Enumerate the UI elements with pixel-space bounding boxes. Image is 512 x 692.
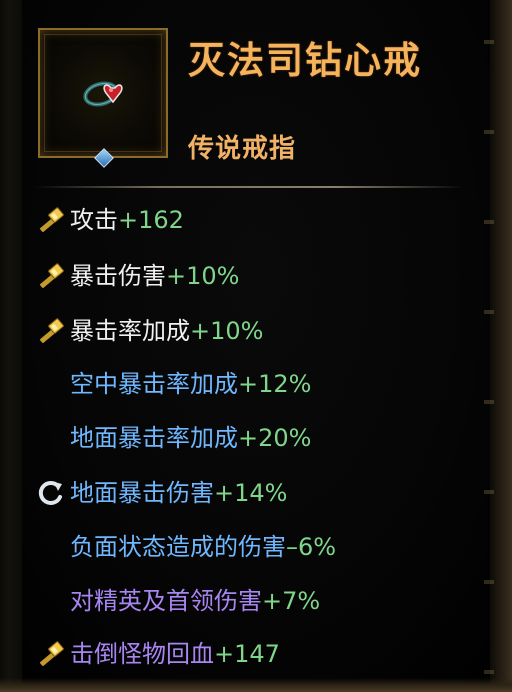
parchment-edge-bottom	[0, 678, 512, 692]
stat-value: +162	[118, 206, 184, 234]
stat-value: +10%	[190, 317, 264, 345]
stat-label: 地面暴击率加成	[70, 424, 238, 452]
stat-value: +7%	[262, 587, 321, 615]
stat-value: +20%	[238, 424, 312, 452]
stat-label: 负面状态造成的伤害	[70, 533, 286, 561]
hammer-icon	[34, 636, 70, 672]
item-type: 传说戒指	[188, 134, 297, 164]
hammer-icon	[34, 313, 70, 349]
stat-row: 空中暴击率加成+12%	[34, 366, 311, 402]
stat-value: +12%	[238, 370, 312, 398]
stat-label: 对精英及首领伤害	[70, 587, 262, 615]
parchment-edge-right	[484, 0, 512, 692]
item-tooltip: 灭法司钻心戒 传说戒指 攻击+162 暴击伤害+10% 暴击率加成+10% 空中…	[0, 0, 512, 692]
item-name: 灭法司钻心戒	[188, 38, 422, 82]
stat-row: 击倒怪物回血+147	[34, 636, 280, 672]
stat-value: +147	[214, 640, 280, 668]
stat-row: 对精英及首领伤害+7%	[34, 583, 320, 619]
blank-icon-slot	[34, 366, 70, 402]
stat-value: +10%	[166, 262, 240, 290]
stat-label: 击倒怪物回血	[70, 640, 214, 668]
heart-ring-icon	[81, 74, 129, 116]
stat-value: +14%	[214, 479, 288, 507]
stat-row: 地面暴击率加成+20%	[34, 420, 311, 456]
stat-label: 暴击率加成	[70, 317, 190, 345]
item-icon-frame	[38, 28, 168, 158]
stat-row: 负面状态造成的伤害–6%	[34, 529, 336, 565]
stat-row: 攻击+162	[34, 202, 184, 238]
stat-label: 地面暴击伤害	[70, 479, 214, 507]
stat-value: –6%	[286, 533, 337, 561]
blank-icon-slot	[34, 529, 70, 565]
stat-label: 暴击伤害	[70, 262, 166, 290]
blank-icon-slot	[34, 420, 70, 456]
stat-label: 攻击	[70, 206, 118, 234]
divider	[34, 186, 464, 188]
stat-label: 空中暴击率加成	[70, 370, 238, 398]
hammer-icon	[34, 258, 70, 294]
blank-icon-slot	[34, 583, 70, 619]
parchment-edge-left	[0, 0, 22, 692]
stat-row: 地面暴击伤害+14%	[34, 475, 287, 511]
hammer-icon	[34, 202, 70, 238]
refresh-icon	[34, 475, 70, 511]
stat-row: 暴击伤害+10%	[34, 258, 239, 294]
stat-row: 暴击率加成+10%	[34, 313, 263, 349]
